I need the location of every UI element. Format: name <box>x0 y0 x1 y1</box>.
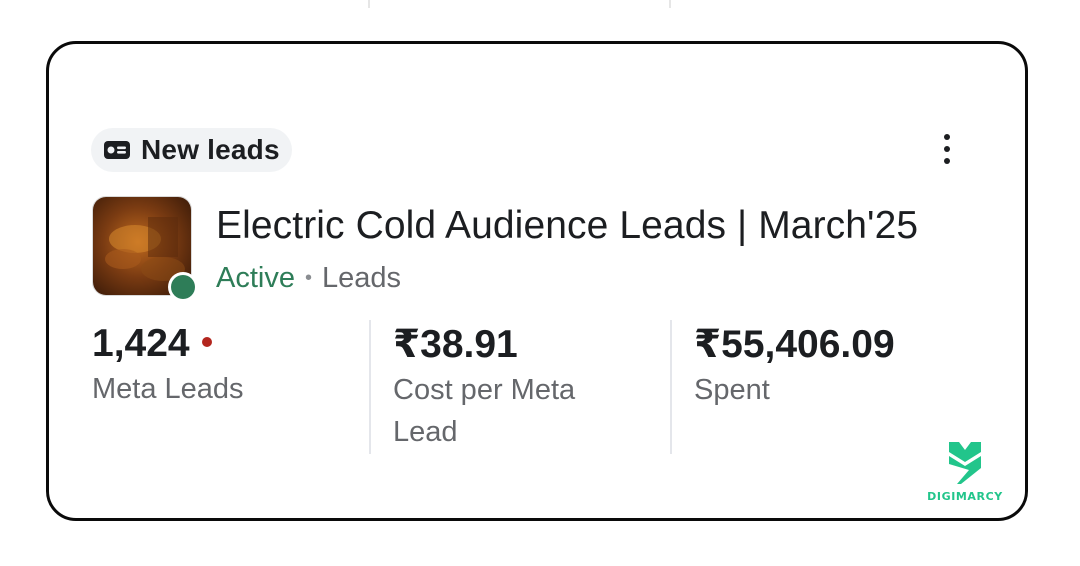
id-card-icon <box>103 140 131 160</box>
digimarcy-logo-mark <box>949 442 981 484</box>
remnant-divider <box>669 0 671 8</box>
more-vertical-icon <box>944 131 950 167</box>
campaign-thumbnail[interactable] <box>92 196 198 302</box>
remnant-divider <box>368 0 370 8</box>
campaign-title[interactable]: Electric Cold Audience Leads | March'25 <box>216 204 918 248</box>
campaign-objective: Leads <box>322 262 402 294</box>
metric-value: ₹55,406.09 <box>694 323 895 366</box>
metric-label: Meta Leads <box>92 373 244 405</box>
more-options-button[interactable] <box>929 128 965 170</box>
digimarcy-logo: DIGIMARCY <box>922 440 1008 510</box>
campaign-card[interactable]: New leads Electric Cold Audience Leads |… <box>46 41 1028 521</box>
metric-spent[interactable]: ₹55,406.09 Spent <box>694 322 895 411</box>
new-leads-chip: New leads <box>91 128 292 172</box>
watermark-text: DIGIMARCY <box>927 490 1003 503</box>
chip-label: New leads <box>141 134 280 165</box>
previous-card-remnant <box>0 0 1080 12</box>
metric-meta-leads[interactable]: 1,424 Meta Leads <box>92 322 244 410</box>
active-status-dot <box>168 272 198 302</box>
campaign-status: Active <box>216 262 295 294</box>
metric-divider <box>670 320 672 454</box>
campaign-subline: Active • Leads <box>216 262 401 295</box>
metric-value: 1,424 <box>92 322 190 365</box>
metric-label: Spent <box>694 374 770 406</box>
alert-dot-icon <box>201 337 212 347</box>
metric-label: Cost per Meta Lead <box>393 374 576 448</box>
separator-dot: • <box>304 267 312 289</box>
metric-cost-per-lead[interactable]: ₹38.91 Cost per Meta Lead <box>393 322 623 453</box>
metric-value: ₹38.91 <box>393 323 518 366</box>
metric-divider <box>369 320 371 454</box>
